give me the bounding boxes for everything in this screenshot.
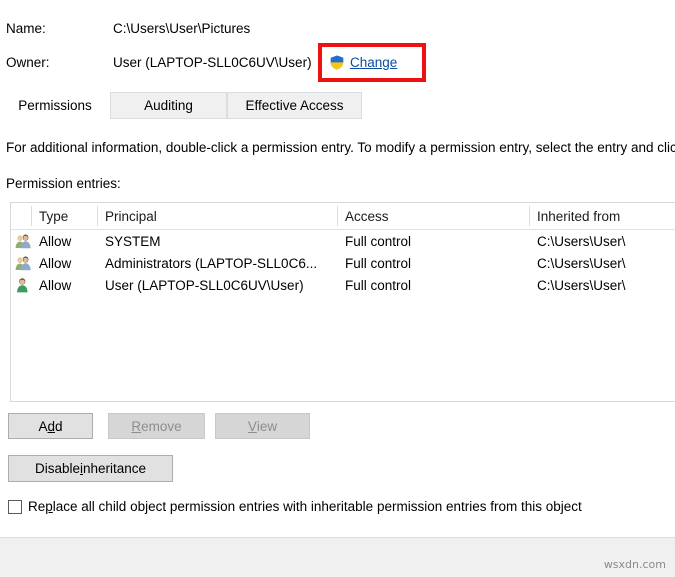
cell-type: Allow — [39, 252, 99, 274]
column-header-type[interactable]: Type — [31, 203, 97, 229]
disable-inheritance-button[interactable]: Disable inheritance — [8, 455, 173, 482]
disable-inheritance-label-post: nheritance — [83, 461, 146, 476]
replace-child-permissions-row[interactable]: Replace all child object permission entr… — [8, 499, 582, 514]
check-accel-letter: p — [45, 499, 53, 514]
check-label-post: lace all child object permission entries… — [53, 499, 582, 514]
cell-access: Full control — [345, 230, 525, 252]
column-header-access[interactable]: Access — [337, 203, 527, 229]
column-header-principal[interactable]: Principal — [97, 203, 337, 229]
change-owner-highlight-box: Change — [318, 43, 426, 82]
change-owner-link[interactable]: Change — [350, 55, 397, 70]
column-header-inherited-from[interactable]: Inherited from — [529, 203, 675, 229]
change-accel-letter: C — [350, 55, 360, 70]
view-button[interactable]: View — [215, 413, 310, 439]
add-accel-letter: d — [47, 419, 55, 434]
name-label: Name: — [6, 21, 113, 36]
advanced-security-settings-dialog: Name: C:\Users\User\Pictures Owner: User… — [0, 0, 675, 577]
description-text: For additional information, double-click… — [6, 140, 675, 155]
remove-button[interactable]: Remove — [108, 413, 205, 439]
watermark-text: wsxdn.com — [604, 558, 666, 571]
add-label-pre: A — [38, 419, 47, 434]
tab-strip: Permissions Auditing Effective Access — [0, 92, 675, 120]
tab-permissions[interactable]: Permissions — [0, 92, 110, 119]
cell-principal: SYSTEM — [105, 230, 335, 252]
owner-label: Owner: — [6, 55, 113, 70]
table-row[interactable]: Allow SYSTEM Full control C:\Users\User\ — [11, 230, 675, 252]
replace-child-permissions-label: Replace all child object permission entr… — [28, 499, 582, 514]
table-row[interactable]: Allow Administrators (LAPTOP-SLL0C6... F… — [11, 252, 675, 274]
list-rows-container: Allow SYSTEM Full control C:\Users\User\… — [11, 230, 675, 296]
check-label-pre: Re — [28, 499, 45, 514]
change-label-rest: hange — [360, 55, 398, 70]
remove-label-post: emove — [141, 419, 182, 434]
tab-permissions-label: Permissions — [18, 98, 92, 113]
cell-inherited-from: C:\Users\User\ — [537, 230, 675, 252]
cell-inherited-from: C:\Users\User\ — [537, 274, 675, 296]
add-label-post: d — [55, 419, 63, 434]
cell-inherited-from: C:\Users\User\ — [537, 252, 675, 274]
remove-accel-letter: R — [131, 419, 141, 434]
group-users-icon — [14, 232, 32, 250]
view-accel-letter: V — [248, 419, 257, 434]
owner-value: User (LAPTOP-SLL0C6UV\User) — [113, 55, 312, 70]
view-label-post: iew — [257, 419, 277, 434]
cell-principal: User (LAPTOP-SLL0C6UV\User) — [105, 274, 335, 296]
active-tab-underline — [0, 118, 110, 119]
replace-child-permissions-checkbox[interactable] — [8, 500, 22, 514]
tab-effective-access-label: Effective Access — [245, 98, 343, 113]
cell-type: Allow — [39, 230, 99, 252]
permission-entries-list[interactable]: Type Principal Access Inherited from All… — [10, 202, 675, 402]
permission-entries-label: Permission entries: — [6, 176, 121, 191]
cell-access: Full control — [345, 252, 525, 274]
tab-auditing-label: Auditing — [144, 98, 193, 113]
uac-shield-icon — [329, 54, 345, 71]
single-user-icon — [14, 276, 32, 294]
cell-access: Full control — [345, 274, 525, 296]
tab-effective-access[interactable]: Effective Access — [227, 92, 362, 119]
add-button[interactable]: Add — [8, 413, 93, 439]
list-header-row: Type Principal Access Inherited from — [11, 203, 675, 230]
name-row: Name: C:\Users\User\Pictures — [6, 17, 675, 39]
cell-principal: Administrators (LAPTOP-SLL0C6... — [105, 252, 335, 274]
table-row[interactable]: Allow User (LAPTOP-SLL0C6UV\User) Full c… — [11, 274, 675, 296]
footer-bar: wsxdn.com — [0, 538, 675, 577]
tab-auditing[interactable]: Auditing — [110, 92, 227, 119]
disable-inheritance-label-pre: Disable — [35, 461, 80, 476]
cell-type: Allow — [39, 274, 99, 296]
name-value: C:\Users\User\Pictures — [113, 21, 250, 36]
group-users-icon — [14, 254, 32, 272]
